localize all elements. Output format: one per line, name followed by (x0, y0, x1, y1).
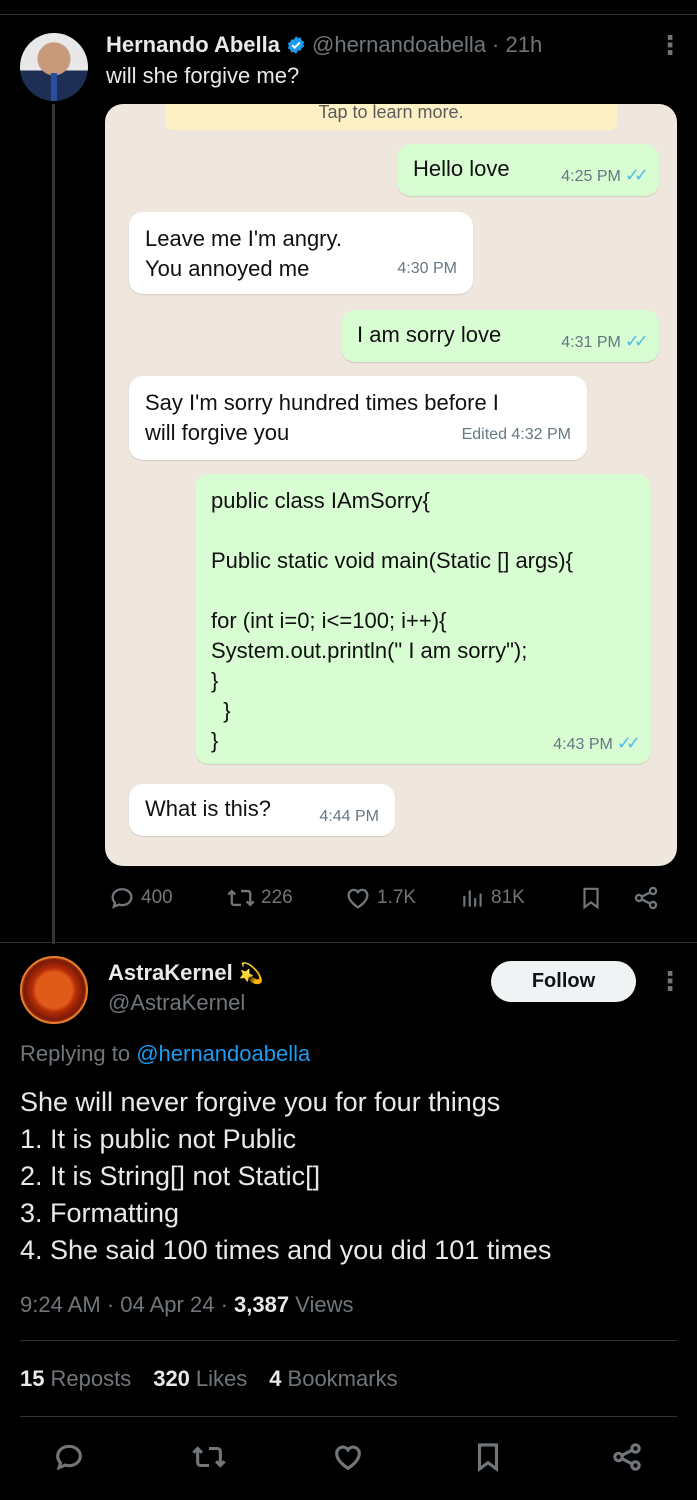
engagement-stats: 15 Reposts 320 Likes 4 Bookmarks (20, 1366, 398, 1392)
code-line: } (211, 698, 231, 723)
views-button[interactable]: 81K (460, 884, 525, 912)
follow-button[interactable]: Follow (491, 961, 636, 1002)
views-label: Views (295, 1292, 354, 1317)
avatar[interactable] (20, 956, 88, 1024)
like-icon[interactable] (331, 1440, 365, 1474)
more-icon[interactable]: ⋮ (657, 32, 683, 58)
bookmark-icon[interactable] (471, 1440, 505, 1474)
views-icon (463, 890, 482, 907)
more-icon[interactable]: ⋮ (657, 968, 683, 994)
message-time: 4:30 PM (397, 260, 457, 277)
chat-message-out: Hello love 4:25 PM ✓✓ (397, 144, 659, 196)
chat-message-out-code: public class IAmSorry{ Public static voi… (195, 474, 651, 764)
repost-icon[interactable] (190, 1440, 228, 1474)
share-button[interactable] (632, 884, 660, 912)
author-handle[interactable]: @hernandoabella (312, 32, 486, 58)
tweet-actions: 400 226 1.7K 81K (108, 884, 668, 918)
chat-message-in: Say I'm sorry hundred times before I wil… (129, 376, 587, 460)
replying-to: Replying to @hernandoabella (20, 1041, 310, 1067)
tweet-age: · 21h (492, 32, 543, 57)
verified-badge-icon (287, 36, 305, 54)
views-count: 81K (491, 887, 525, 908)
chat-message-in: What is this? 4:44 PM (129, 784, 395, 836)
tweet-image[interactable]: Tap to learn more. Hello love 4:25 PM ✓✓ … (105, 104, 677, 866)
divider (0, 942, 697, 943)
reply-icon[interactable] (52, 1440, 86, 1474)
repost-button[interactable]: 226 (226, 884, 293, 912)
message-time: 4:43 PM ✓✓ (553, 733, 641, 753)
code-line: public class IAmSorry{ (211, 488, 430, 513)
reply-count: 400 (141, 887, 173, 908)
reply-button[interactable]: 400 (108, 884, 173, 912)
dizzy-emoji-icon: 💫 (238, 962, 264, 985)
reply-text: She will never forgive you for four thin… (20, 1084, 551, 1269)
message-time: 4:31 PM ✓✓ (561, 331, 649, 351)
likes-stat[interactable]: 320 Likes (153, 1366, 247, 1392)
reply-line: 2. It is String[] not Static[] (20, 1161, 321, 1191)
like-button[interactable]: 1.7K (344, 884, 416, 912)
timestamp[interactable]: 9:24 AM · 04 Apr 24 · (20, 1292, 228, 1317)
message-time: 4:25 PM ✓✓ (561, 165, 649, 185)
read-receipt-icon: ✓✓ (624, 165, 649, 185)
message-text: What is this? (145, 796, 271, 821)
chat-banner: Tap to learn more. (165, 104, 617, 130)
mention-link[interactable]: @hernandoabella (136, 1041, 310, 1066)
replying-prefix: Replying to (20, 1041, 131, 1066)
share-icon (634, 886, 658, 910)
top-divider (0, 14, 697, 15)
reply-line: She will never forgive you for four thin… (20, 1087, 501, 1117)
repost-count: 226 (261, 887, 293, 908)
read-receipt-icon: ✓✓ (616, 733, 641, 753)
message-time: 4:44 PM (319, 808, 379, 825)
thread-line (52, 104, 55, 944)
tweet-text: will she forgive me? (106, 63, 300, 88)
reply-header: AstraKernel 💫 (108, 960, 264, 986)
author-handle[interactable]: @AstraKernel (108, 990, 245, 1016)
message-time: Edited 4:32 PM (461, 426, 571, 443)
divider (20, 1340, 677, 1341)
like-count: 1.7K (377, 887, 417, 908)
read-receipt-icon: ✓✓ (624, 331, 649, 351)
bookmark-button[interactable] (578, 884, 604, 912)
avatar[interactable] (20, 33, 88, 101)
code-line: Public static void main(Static [] args){ (211, 548, 573, 573)
message-text: I am sorry love (357, 322, 502, 347)
reply-icon (111, 888, 133, 909)
reposts-stat[interactable]: 15 Reposts (20, 1366, 131, 1392)
message-text: Leave me I'm angry. (145, 226, 342, 251)
code-line: System.out.println(" I am sorry"); (211, 638, 528, 663)
chat-message-in: Leave me I'm angry. You annoyed me 4:30 … (129, 212, 473, 294)
code-line: } (211, 668, 219, 693)
tweet-header: Hernando Abella @hernandoabella · 21h (106, 30, 542, 60)
share-icon[interactable] (610, 1440, 644, 1474)
reply-line: 4. She said 100 times and you did 101 ti… (20, 1235, 552, 1265)
code-line: for (int i=0; i<=100; i++){ (211, 608, 447, 633)
message-text: Hello love (413, 156, 510, 181)
views-count: 3,387 (234, 1292, 290, 1317)
author-name[interactable]: AstraKernel (108, 960, 233, 986)
chat-message-out: I am sorry love 4:31 PM ✓✓ (341, 310, 659, 362)
reply-line: 3. Formatting (20, 1198, 180, 1228)
author-name[interactable]: Hernando Abella (106, 32, 280, 58)
bookmark-icon (583, 887, 599, 910)
bookmarks-stat[interactable]: 4 Bookmarks (269, 1366, 397, 1392)
reply-actions (0, 1440, 697, 1476)
tweet-meta: 9:24 AM · 04 Apr 24 · 3,387 Views (20, 1292, 354, 1318)
divider (20, 1416, 677, 1417)
reply-line: 1. It is public not Public (20, 1124, 297, 1154)
like-icon (347, 888, 369, 909)
repost-icon (227, 889, 255, 907)
message-text: Say I'm sorry hundred times before I (145, 390, 499, 415)
